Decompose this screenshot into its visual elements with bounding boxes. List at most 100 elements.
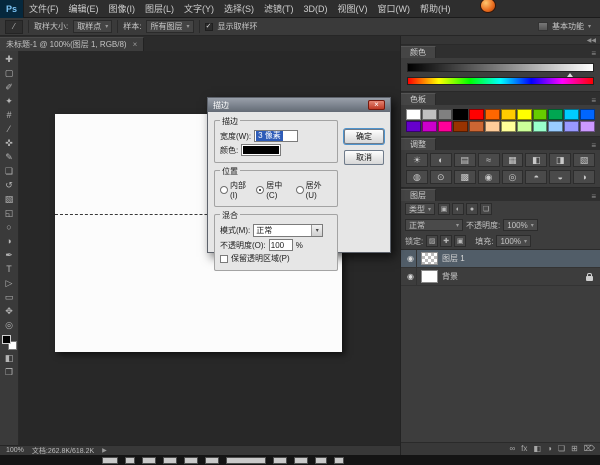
color-swatch[interactable] [437,121,453,132]
layer-fill-input[interactable]: 100% ▾ [496,235,531,247]
radio-button[interactable] [295,186,304,194]
tab-color[interactable]: 颜色 [401,46,436,58]
menu-item[interactable]: 视图(V) [333,0,373,18]
visibility-eye-icon[interactable]: ◉ [405,250,417,267]
lock-icon[interactable]: ▣ [454,235,467,247]
lasso-tool[interactable]: ✐ [0,80,19,94]
tool-preset-icon[interactable]: ⁄ [5,19,23,34]
color-swatch[interactable] [564,109,580,120]
blur-tool[interactable]: ○ [0,220,19,234]
layer-blend-mode-select[interactable]: 正常 ▾ [405,219,463,231]
color-swatch[interactable] [580,121,595,132]
color-swatch[interactable] [532,121,548,132]
menu-item[interactable]: 帮助(H) [415,0,456,18]
menu-item[interactable]: 滤镜(T) [259,0,299,18]
workspace-switcher[interactable]: 基本功能 [552,21,584,32]
move-tool[interactable]: ✚ [0,52,19,66]
panel-menu-icon[interactable]: ≡ [591,192,600,201]
spectrum-ramp[interactable] [407,77,594,85]
adjustment-icon[interactable]: ◍ [406,170,428,184]
color-swatch[interactable] [406,121,421,132]
width-input[interactable]: 3 像素 [254,130,299,142]
color-swatch[interactable] [485,109,500,120]
quick-mask-mode-button[interactable]: ◧ [0,351,19,365]
type-tool[interactable]: T [0,262,19,276]
color-swatch[interactable] [453,109,469,120]
adjustment-icon[interactable]: ◎ [501,170,524,184]
adjustment-icon[interactable]: ◐ [429,153,452,167]
adjustment-icon[interactable]: ▧ [573,153,595,167]
layer-filter-icon[interactable]: ◐ [452,203,465,215]
position-radio-option[interactable]: 居中(C) [256,180,288,200]
eyedropper-tool[interactable]: ⁄ [0,122,19,136]
color-swatch[interactable] [580,109,595,120]
panel-menu-icon[interactable]: ≡ [591,96,600,105]
adjustment-icon[interactable]: ▤ [453,153,476,167]
color-swatch[interactable] [453,121,469,132]
color-swatch[interactable] [548,109,564,120]
taskbar-window-thumbnail[interactable] [294,456,308,464]
taskbar-window-thumbnail[interactable] [273,456,287,464]
brush-tool[interactable]: ✎ [0,150,19,164]
link-layers-icon[interactable]: ∞ [509,443,515,455]
adjustment-icon[interactable]: ▩ [453,170,476,184]
status-options-arrow[interactable]: ▶ [102,447,107,454]
layer-effects-icon[interactable]: fx [521,443,527,455]
new-layer-icon[interactable]: ⊞ [571,443,578,455]
visibility-eye-icon[interactable]: ◉ [405,268,417,285]
taskbar-window-thumbnail[interactable] [142,456,156,464]
taskbar-window-thumbnail[interactable] [102,456,118,464]
screen-mode-button[interactable]: ❐ [0,365,19,379]
blend-mode-select[interactable]: 正常 ▾ [253,224,324,237]
grayscale-ramp[interactable] [407,63,594,77]
layer-filter-icon[interactable]: ● [466,203,479,215]
radio-button[interactable] [220,186,228,194]
spot-healing-tool[interactable]: ✜ [0,136,19,150]
color-swatch[interactable] [516,109,532,120]
adjustment-icon[interactable]: ☀ [406,153,428,167]
layer-thumbnail[interactable] [421,252,438,265]
adjustment-icon[interactable]: ⊙ [429,170,452,184]
ramp-slider-handle[interactable] [567,73,574,77]
menu-item[interactable]: 图层(L) [140,0,179,18]
color-swatch[interactable] [500,109,516,120]
layer-group-icon[interactable]: ❏ [558,443,565,455]
adjustment-icon[interactable]: ◑ [573,170,595,184]
clone-stamp-tool[interactable]: ❏ [0,164,19,178]
taskbar-window-thumbnail[interactable] [226,456,266,464]
layer-row[interactable]: ◉ 背景 [401,268,600,286]
ok-button[interactable]: 确定 [344,129,384,144]
foreground-color-chip[interactable] [1,335,11,344]
taskbar-window-thumbnail[interactable] [184,456,198,464]
menu-item[interactable]: 选择(S) [219,0,259,18]
menu-item[interactable]: 编辑(E) [64,0,104,18]
rectangle-tool[interactable]: ▭ [0,290,19,304]
color-swatch[interactable] [564,121,580,132]
layer-filter-icon[interactable]: ▣ [438,203,451,215]
tab-adjustments[interactable]: 调整 [401,138,436,150]
panel-menu-icon[interactable]: ≡ [591,49,600,58]
dialog-title-bar[interactable]: 描边 × [208,98,390,112]
collapse-panels-icon[interactable]: ◀◀ [587,37,596,44]
foreground-background-colors[interactable] [1,335,17,350]
adjustment-icon[interactable]: ◉ [477,170,500,184]
panel-menu-icon[interactable]: ≡ [591,141,600,150]
adjustment-layer-icon[interactable]: ◑ [547,443,552,455]
adjustment-icon[interactable]: ◨ [549,153,572,167]
document-tab[interactable]: 未标题-1 @ 100%(图层 1, RGB/8) × [0,37,145,51]
color-swatch[interactable] [516,121,532,132]
color-swatch[interactable] [437,109,453,120]
radio-button[interactable] [256,186,265,194]
taskbar-window-thumbnail[interactable] [163,456,177,464]
crop-tool[interactable]: # [0,108,19,122]
color-swatch[interactable] [421,109,437,120]
position-radio-option[interactable]: 居外(U) [295,180,328,200]
position-radio-option[interactable]: 内部(I) [220,180,249,200]
menu-item[interactable]: 文字(Y) [179,0,219,18]
adjustment-icon[interactable]: ◓ [525,170,548,184]
color-swatch[interactable] [421,121,437,132]
color-swatch[interactable] [500,121,516,132]
taskbar-window-thumbnail[interactable] [205,456,219,464]
adjustment-icon[interactable]: ◒ [549,170,572,184]
taskbar-window-thumbnail[interactable] [125,456,135,464]
